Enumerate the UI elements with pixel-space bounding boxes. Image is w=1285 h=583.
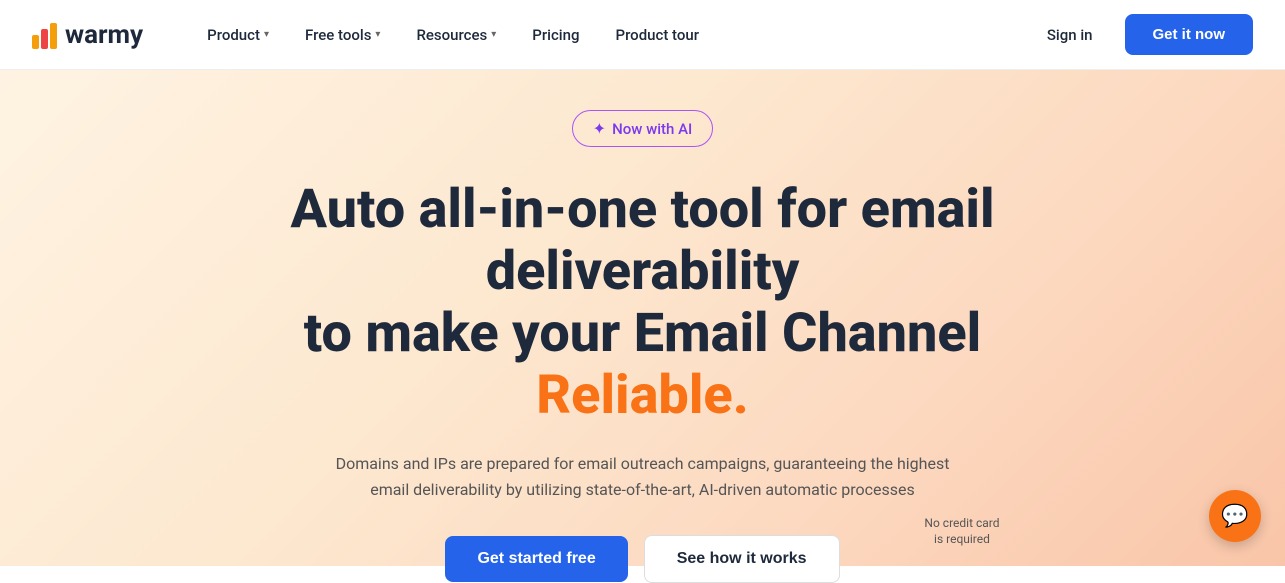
headline-line1: Auto all-in-one tool for email deliverab… xyxy=(290,178,994,303)
nav-item-pricing[interactable]: Pricing xyxy=(516,18,595,52)
ai-badge[interactable]: ✦ Now with AI xyxy=(572,110,714,147)
chevron-down-icon: ▾ xyxy=(264,29,269,40)
no-credit-card-notice: No credit card is required xyxy=(924,515,999,549)
nav-item-free-tools[interactable]: Free tools ▾ xyxy=(289,18,396,52)
sign-in-button[interactable]: Sign in xyxy=(1031,18,1109,52)
no-credit-card-line2: is required xyxy=(934,532,990,546)
nav-right: Sign in Get it now xyxy=(1031,14,1253,55)
hero-headline: Auto all-in-one tool for email deliverab… xyxy=(193,179,1093,427)
hero-cta-area: Get started free See how it works No cre… xyxy=(445,535,839,583)
nav-resources-label: Resources xyxy=(416,26,487,44)
logo-bar-3 xyxy=(50,23,57,49)
logo-text: warmy xyxy=(65,20,143,50)
get-it-now-button[interactable]: Get it now xyxy=(1125,14,1254,55)
hero-section: ✦ Now with AI Auto all-in-one tool for e… xyxy=(0,70,1285,566)
nav-product-tour-label: Product tour xyxy=(616,26,700,44)
nav-item-product-tour[interactable]: Product tour xyxy=(600,18,716,52)
chat-icon: 💬 xyxy=(1221,504,1248,529)
sparkle-icon: ✦ xyxy=(593,119,606,138)
nav-pricing-label: Pricing xyxy=(532,26,579,44)
nav-product-label: Product xyxy=(207,26,260,44)
navbar: warmy Product ▾ Free tools ▾ Resources ▾… xyxy=(0,0,1285,70)
hero-subtext: Domains and IPs are prepared for email o… xyxy=(323,451,963,502)
chevron-down-icon: ▾ xyxy=(491,29,496,40)
nav-item-product[interactable]: Product ▾ xyxy=(191,18,285,52)
nav-item-resources[interactable]: Resources ▾ xyxy=(400,18,512,52)
nav-links: Product ▾ Free tools ▾ Resources ▾ Prici… xyxy=(191,18,1031,52)
no-credit-card-line1: No credit card xyxy=(924,516,999,530)
ai-badge-label: Now with AI xyxy=(612,120,692,138)
cta-secondary-button[interactable]: See how it works xyxy=(644,535,840,583)
logo[interactable]: warmy xyxy=(32,20,143,50)
logo-bar-1 xyxy=(32,35,39,49)
nav-free-tools-label: Free tools xyxy=(305,26,371,44)
headline-line2-prefix: to make your Email Channel xyxy=(304,302,981,365)
chat-bubble-button[interactable]: 💬 xyxy=(1209,490,1261,542)
headline-accent: Reliable. xyxy=(536,364,748,427)
cta-primary-button[interactable]: Get started free xyxy=(445,536,627,582)
logo-icon xyxy=(32,21,57,49)
logo-bar-2 xyxy=(41,29,48,49)
chevron-down-icon: ▾ xyxy=(375,29,380,40)
